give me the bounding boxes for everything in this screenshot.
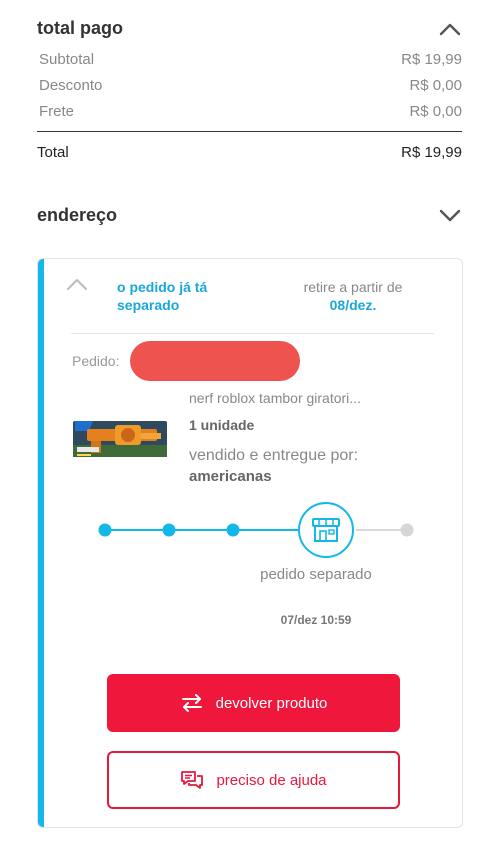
timeline-step-1 — [98, 523, 112, 537]
redacted-order-number — [130, 341, 300, 381]
total-paid-header[interactable]: total pago — [37, 18, 463, 39]
subtotal-value: R$ 19,99 — [401, 51, 462, 68]
order-card: o pedido já tá separado retire a partir … — [37, 258, 463, 828]
card-divider — [71, 333, 434, 334]
return-product-button[interactable]: devolver produto — [107, 674, 400, 732]
total-paid-title: total pago — [37, 18, 123, 38]
order-status: o pedido já tá separado — [117, 279, 208, 313]
chat-bubbles-icon — [181, 771, 204, 789]
product-image[interactable] — [71, 415, 169, 463]
seller-name: americanas — [189, 468, 272, 485]
pickup-label: retire a partir de — [303, 279, 403, 295]
summary-divider — [37, 131, 462, 132]
total-value: R$ 19,99 — [401, 144, 462, 161]
discount-row: Desconto R$ 0,00 — [39, 77, 462, 94]
shipping-label: Frete — [39, 103, 75, 120]
product-quantity: 1 unidade — [189, 417, 255, 433]
chevron-up-icon[interactable] — [66, 277, 88, 296]
product-name[interactable]: nerf roblox tambor giratori... — [189, 390, 361, 406]
need-help-label: preciso de ajuda — [216, 771, 327, 789]
shipping-row: Frete R$ 0,00 — [39, 103, 462, 120]
address-title: endereço — [37, 205, 118, 225]
subtotal-label: Subtotal — [39, 51, 95, 68]
return-product-label: devolver produto — [215, 694, 328, 712]
seller-label: vendido e entregue por: — [189, 447, 359, 464]
timeline-step-5 — [400, 523, 414, 537]
discount-label: Desconto — [39, 77, 103, 94]
timeline-step-3 — [226, 523, 240, 537]
chevron-up-icon[interactable] — [437, 20, 463, 38]
swap-arrows-icon — [181, 694, 202, 712]
chevron-down-icon[interactable] — [437, 207, 463, 225]
current-step-date: 07/dez 10:59 — [280, 613, 352, 627]
tracking-timeline — [98, 502, 414, 558]
total-label: Total — [37, 144, 69, 161]
store-icon — [298, 502, 354, 558]
order-number-label: Pedido: — [72, 353, 120, 369]
timeline-step-2 — [162, 523, 176, 537]
total-row: Total R$ 19,99 — [37, 144, 462, 161]
shipping-value: R$ 0,00 — [409, 103, 462, 120]
pickup-date: 08/dez. — [329, 297, 377, 313]
need-help-button[interactable]: preciso de ajuda — [107, 751, 400, 809]
current-step-label: pedido separado — [260, 566, 372, 583]
pickup-info: retire a partir de 08/dez. — [278, 278, 428, 314]
subtotal-row: Subtotal R$ 19,99 — [39, 51, 462, 68]
discount-value: R$ 0,00 — [409, 77, 462, 94]
address-header[interactable]: endereço — [37, 205, 463, 226]
